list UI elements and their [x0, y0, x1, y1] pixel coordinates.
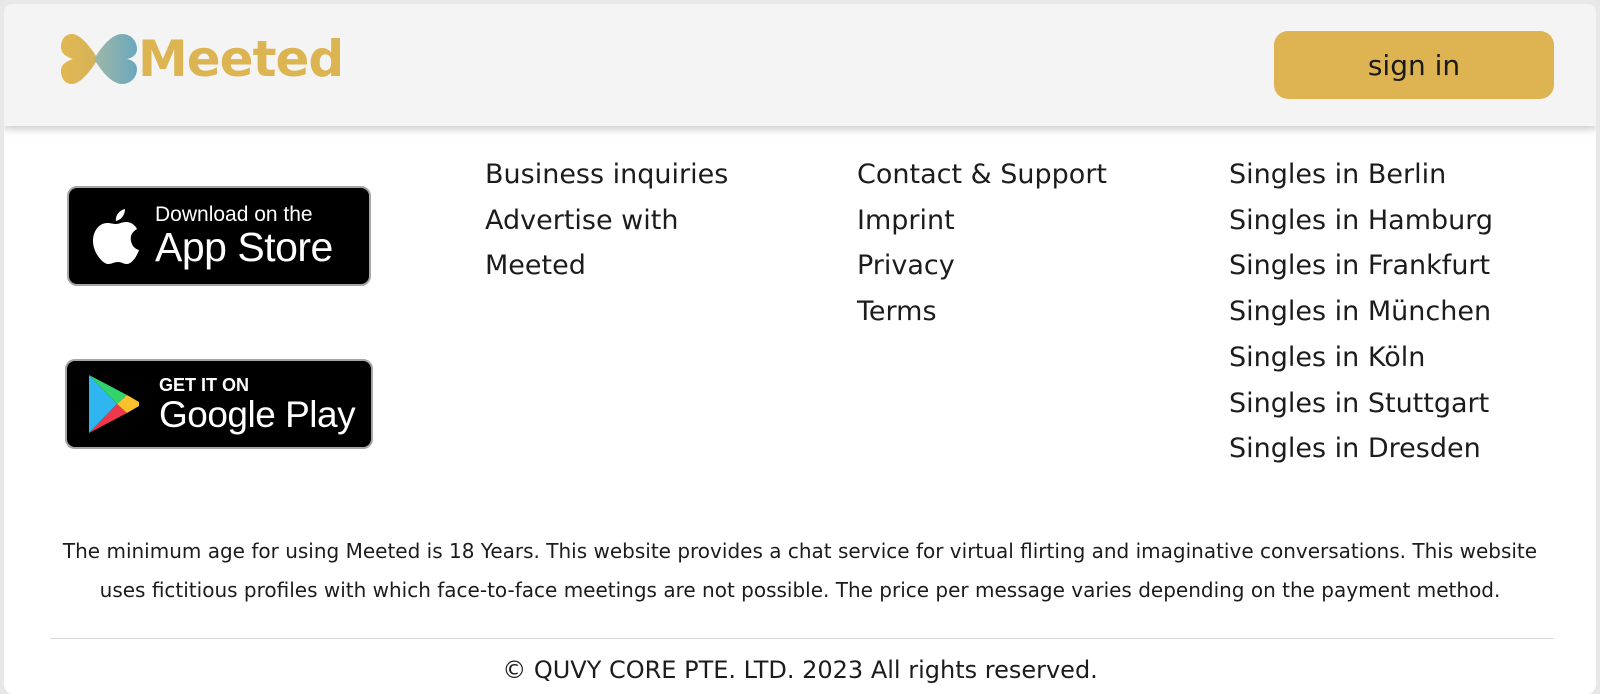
footer-link-stuttgart[interactable]: Singles in Stuttgart: [1229, 381, 1569, 427]
google-play-badge[interactable]: GET IT ON Google Play: [65, 359, 373, 449]
age-disclaimer: The minimum age for using Meeted is 18 Y…: [44, 532, 1556, 610]
browser-viewport: Meeted sign in Download on the App Store…: [4, 4, 1596, 694]
google-play-icon: [89, 375, 139, 433]
app-store-badge[interactable]: Download on the App Store: [67, 186, 371, 286]
footer-column-cities: Singles in Berlin Singles in Hamburg Sin…: [1229, 152, 1569, 472]
footer-link-imprint[interactable]: Imprint: [857, 198, 1157, 244]
footer-link-text[interactable]: Contact & Support: [857, 152, 1157, 198]
footer-link-text[interactable]: Singles in Berlin: [1229, 152, 1569, 198]
app-store-big-text: App Store: [155, 224, 333, 270]
disclaimer-line-1: The minimum age for using Meeted is 18 Y…: [62, 539, 1538, 563]
footer-link-text[interactable]: Singles in München: [1229, 289, 1569, 335]
app-store-small-text: Download on the: [155, 203, 313, 226]
footer-link-text[interactable]: Singles in Dresden: [1229, 426, 1569, 472]
footer-link-advertise-cont[interactable]: Meeted: [485, 243, 775, 289]
footer-link-muenchen[interactable]: Singles in München: [1229, 289, 1569, 335]
google-play-big-text: Google Play: [159, 393, 356, 435]
footer-link-berlin[interactable]: Singles in Berlin: [1229, 152, 1569, 198]
apple-icon: [93, 209, 139, 264]
footer-link-hamburg[interactable]: Singles in Hamburg: [1229, 198, 1569, 244]
footer-link-text[interactable]: Business inquiries: [485, 152, 775, 198]
sign-in-button[interactable]: sign in: [1274, 31, 1554, 99]
footer-link-koeln[interactable]: Singles in Köln: [1229, 335, 1569, 381]
footer-link-dresden[interactable]: Singles in Dresden: [1229, 426, 1569, 472]
logo-wordmark: Meeted: [138, 30, 344, 88]
footer-link-text[interactable]: Singles in Stuttgart: [1229, 381, 1569, 427]
footer-link-advertise[interactable]: Advertise with: [485, 198, 775, 244]
footer-link-business-inquiries[interactable]: Business inquiries: [485, 152, 775, 198]
footer-link-text[interactable]: Privacy: [857, 243, 1157, 289]
footer-link-contact-support[interactable]: Contact & Support: [857, 152, 1157, 198]
footer-link-privacy[interactable]: Privacy: [857, 243, 1157, 289]
footer-divider: [50, 638, 1554, 639]
footer-link-text[interactable]: Singles in Hamburg: [1229, 198, 1569, 244]
heart-logo-icon: [61, 34, 137, 84]
footer-column-legal: Contact & Support Imprint Privacy Terms: [857, 152, 1157, 335]
footer-link-terms[interactable]: Terms: [857, 289, 1157, 335]
footer-link-text[interactable]: Terms: [857, 289, 1157, 335]
google-play-small-text: GET IT ON: [159, 374, 249, 395]
footer-link-text[interactable]: Imprint: [857, 198, 1157, 244]
footer-link-text[interactable]: Singles in Frankfurt: [1229, 243, 1569, 289]
copyright-notice: © QUVY CORE PTE. LTD. 2023 All rights re…: [502, 656, 1098, 684]
footer-link-text[interactable]: Meeted: [485, 243, 775, 289]
footer-link-text[interactable]: Singles in Köln: [1229, 335, 1569, 381]
meeted-logo[interactable]: Meeted: [60, 26, 344, 92]
site-header: Meeted sign in: [4, 4, 1596, 126]
disclaimer-line-2: uses fictitious profiles with which face…: [99, 578, 1501, 602]
footer-link-text[interactable]: Advertise with: [485, 198, 775, 244]
footer-column-business: Business inquiries Advertise with Meeted: [485, 152, 775, 289]
footer-link-frankfurt[interactable]: Singles in Frankfurt: [1229, 243, 1569, 289]
